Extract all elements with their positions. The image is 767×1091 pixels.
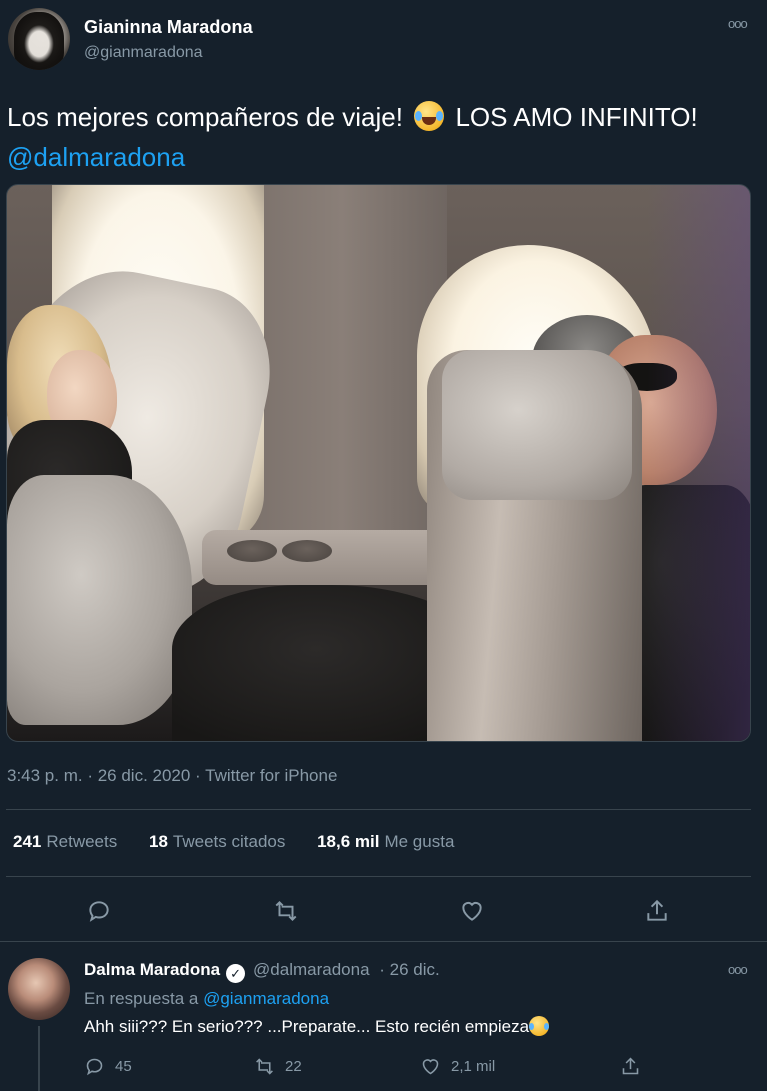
reply-share-button[interactable] xyxy=(620,1054,651,1078)
like-icon xyxy=(422,1058,439,1074)
tweet-text-part2: LOS AMO INFINITO! xyxy=(455,102,698,132)
reply-text-content: Ahh siii??? En serio??? ...Preparate... … xyxy=(84,1017,530,1036)
divider xyxy=(6,876,751,877)
reply-author-row: Dalma Maradona ✓ @dalmaradona · 26 dic. xyxy=(84,960,440,983)
reply-date[interactable]: · 26 dic. xyxy=(379,960,439,979)
share-icon[interactable] xyxy=(642,896,672,926)
author-handle[interactable]: @gianmaradona xyxy=(84,44,203,62)
reply-reply-button[interactable]: 45 xyxy=(84,1054,132,1078)
share-icon xyxy=(622,1057,639,1074)
likes-stat[interactable]: 18,6 mil Me gusta xyxy=(317,832,454,851)
reply-to-mention[interactable]: @gianmaradona xyxy=(203,989,329,1008)
more-icon[interactable]: ooo xyxy=(728,962,748,977)
tweet-text: Los mejores compañeros de viaje! LOS AMO… xyxy=(7,97,747,177)
retweet-icon xyxy=(256,1057,273,1075)
like-count: 2,1 mil xyxy=(451,1057,496,1075)
face-with-tears-of-joy-icon xyxy=(414,101,445,131)
reply-to-line: En respuesta a @gianmaradona xyxy=(84,989,329,1009)
mention-link[interactable]: @dalmaradona xyxy=(7,142,185,172)
reply-to-prefix: En respuesta a xyxy=(84,989,199,1008)
reply-icon[interactable] xyxy=(84,896,114,926)
tweet-stats: 241 Retweets 18 Tweets citados 18,6 mil Me … xyxy=(13,832,481,852)
reply-icon xyxy=(86,1058,103,1075)
more-icon[interactable]: ooo xyxy=(728,16,748,31)
author-avatar[interactable] xyxy=(8,8,70,70)
reply-retweet-button[interactable]: 22 xyxy=(254,1054,302,1078)
retweets-stat[interactable]: 241 Retweets xyxy=(13,832,117,851)
divider xyxy=(0,941,767,942)
like-icon[interactable] xyxy=(457,896,487,926)
author-name[interactable]: Gianinna Maradona xyxy=(84,17,253,38)
divider xyxy=(6,809,751,810)
tweet-text-part1: Los mejores compañeros de viaje! xyxy=(7,102,403,132)
reply-text: Ahh siii??? En serio??? ...Preparate... … xyxy=(84,1016,550,1037)
tweet-timestamp[interactable]: 3:43 p. m. · 26 dic. 2020 · Twitter for … xyxy=(7,766,337,786)
reply-like-button[interactable]: 2,1 mil xyxy=(420,1054,495,1078)
verified-icon: ✓ xyxy=(226,964,246,983)
retweet-icon[interactable] xyxy=(271,896,301,926)
reply-count: 45 xyxy=(115,1057,132,1075)
quote-tweets-stat[interactable]: 18 Tweets citados xyxy=(149,832,285,851)
tweet-photo[interactable] xyxy=(6,184,751,742)
reply-author-handle[interactable]: @dalmaradona xyxy=(253,960,370,979)
face-with-tears-of-joy-icon xyxy=(529,1016,550,1036)
thread-line xyxy=(38,1026,40,1091)
reply-author-name[interactable]: Dalma Maradona xyxy=(84,960,220,979)
reply-author-avatar[interactable] xyxy=(8,958,70,1020)
retweet-count: 22 xyxy=(285,1057,302,1075)
